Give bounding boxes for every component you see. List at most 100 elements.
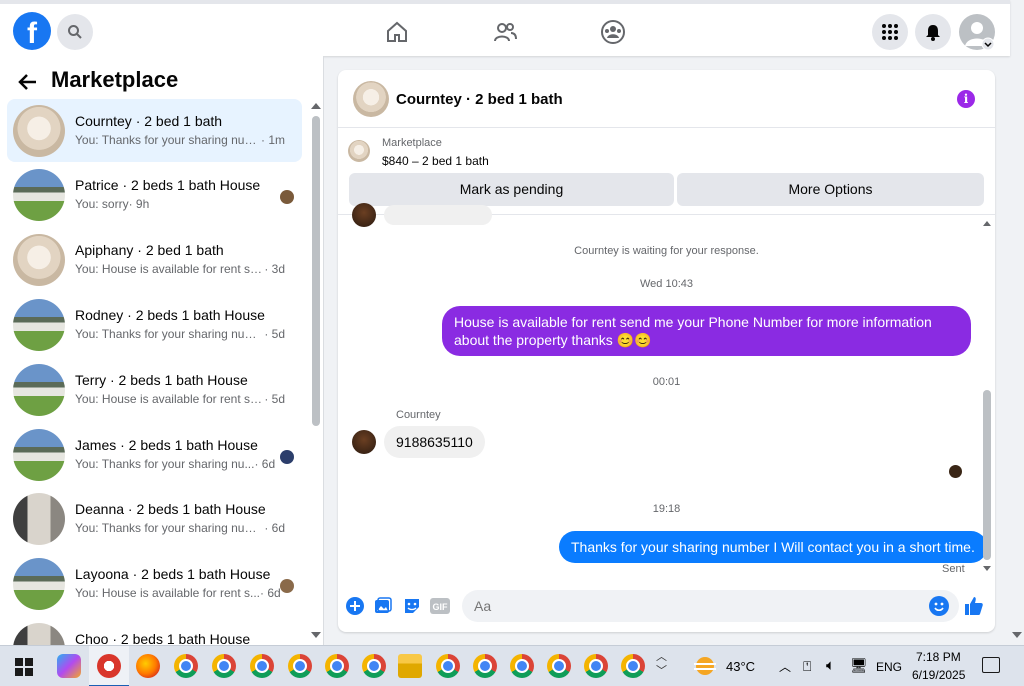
friends-icon — [494, 23, 517, 42]
chrome-icon[interactable] — [473, 654, 497, 678]
conversation-item[interactable]: Apiphany · 2 bed 1 bath You: House is av… — [7, 228, 302, 291]
chrome-icon[interactable] — [362, 654, 386, 678]
conversation-name: Patrice · 2 beds 1 bath House — [75, 177, 261, 193]
home-nav-button[interactable] — [383, 18, 411, 46]
outgoing-message[interactable]: House is available for rent send me your… — [442, 306, 971, 356]
conversation-preview: You: Thanks for your sharing numb... · 5… — [75, 327, 285, 341]
conversation-preview: You: House is available for rent sen... … — [75, 392, 285, 406]
chrome-icon[interactable] — [288, 654, 312, 678]
groups-nav-button[interactable] — [599, 18, 627, 46]
conversation-preview: You: Thanks for your sharing num... · 1m — [75, 133, 285, 147]
listing-thumbnail — [13, 169, 65, 221]
notifications-button[interactable] — [915, 14, 951, 50]
message-input[interactable] — [462, 590, 959, 622]
clock-time[interactable]: 7:18 PM — [916, 650, 961, 664]
notification-center-icon[interactable] — [982, 657, 1000, 673]
thumbs-up-icon — [965, 597, 983, 615]
outgoing-message[interactable]: Thanks for your sharing number I Will co… — [559, 531, 987, 563]
conversation-name: Choo · 2 beds 1 bath House — [75, 631, 251, 645]
seen-avatar — [280, 190, 294, 204]
firefox-icon[interactable] — [136, 654, 160, 678]
search-button[interactable] — [57, 14, 93, 50]
conversation-item[interactable]: James · 2 beds 1 bath House You: Thanks … — [7, 423, 302, 486]
snipping-tool-icon[interactable] — [97, 654, 121, 678]
chrome-icon[interactable] — [174, 654, 198, 678]
chrome-icon[interactable] — [212, 654, 236, 678]
back-arrow-icon[interactable] — [16, 70, 40, 94]
sticker-icon — [405, 599, 419, 613]
menu-button[interactable] — [872, 14, 908, 50]
sticker-button[interactable] — [402, 596, 422, 616]
chat-avatar[interactable] — [353, 81, 389, 117]
chrome-icon[interactable] — [510, 654, 534, 678]
more-options-button[interactable]: More Options — [677, 173, 984, 206]
listing-price[interactable]: $840 – 2 bed 1 bath — [382, 154, 489, 168]
listing-card: Marketplace $840 – 2 bed 1 bath Mark as … — [338, 128, 995, 215]
top-navbar: f — [0, 0, 1010, 56]
conversation-item[interactable]: Deanna · 2 beds 1 bath House You: Thanks… — [7, 487, 302, 550]
friends-nav-button[interactable] — [491, 18, 519, 46]
conversation-item[interactable]: Terry · 2 beds 1 bath House You: House i… — [7, 358, 302, 421]
language-indicator[interactable]: ENG — [876, 660, 902, 674]
photo-icon — [375, 597, 392, 613]
scroll-up-arrow-icon[interactable] — [983, 221, 991, 226]
conversation-preview: You: House is available for rent s... · … — [75, 586, 281, 600]
tray-chevron-icon[interactable]: ︿ — [779, 658, 791, 675]
conversation-preview: You: sorry · 9h — [75, 197, 150, 211]
mark-as-pending-button[interactable]: Mark as pending — [349, 173, 674, 206]
chat-scrollbar[interactable] — [983, 390, 991, 560]
weather-temperature[interactable]: 43°C — [726, 659, 755, 674]
photo-button[interactable] — [373, 596, 393, 616]
file-explorer-icon[interactable] — [398, 654, 422, 678]
scroll-up-arrow-icon[interactable] — [311, 103, 321, 109]
chrome-icon[interactable] — [621, 654, 645, 678]
facebook-logo-icon[interactable]: f — [13, 12, 51, 50]
search-icon — [68, 25, 82, 39]
taskbar-overflow-chevrons-icon[interactable]: ︿ ﹀ — [656, 650, 667, 678]
sender-name: Courntey — [396, 409, 441, 421]
like-button[interactable] — [964, 596, 984, 616]
chat-panel: Courntey · 2 bed 1 bath i Marketplace $8… — [338, 70, 995, 632]
conversation-item[interactable]: Rodney · 2 beds 1 bath House You: Thanks… — [7, 293, 302, 356]
chrome-icon[interactable] — [584, 654, 608, 678]
windows-start-icon[interactable] — [15, 658, 33, 676]
volume-icon[interactable]: 🔈︎ — [826, 657, 835, 674]
conversation-item[interactable]: Choo · 2 beds 1 bath House — [7, 617, 302, 645]
network-icon[interactable]: 🖥︎ — [850, 657, 868, 674]
incoming-message[interactable]: 9188635110 — [384, 426, 485, 458]
gif-button[interactable]: GIF — [430, 596, 450, 616]
chat-header: Courntey · 2 bed 1 bath i — [338, 70, 995, 128]
svg-text:GIF: GIF — [433, 602, 449, 612]
scroll-down-arrow-icon[interactable] — [983, 566, 991, 571]
sidebar-scrollbar[interactable] — [312, 116, 320, 426]
home-icon — [387, 21, 407, 42]
conversation-name: Apiphany · 2 bed 1 bath — [75, 242, 224, 258]
sent-status: Sent — [942, 563, 965, 575]
info-icon[interactable]: i — [957, 90, 975, 108]
scroll-down-arrow-icon[interactable] — [311, 632, 321, 638]
conversation-item[interactable]: Layoona · 2 beds 1 bath House You: House… — [7, 552, 302, 615]
seen-avatar — [280, 450, 294, 464]
marketplace-sidebar: Marketplace Courntey · 2 bed 1 bath You:… — [0, 56, 324, 645]
copilot-icon[interactable] — [57, 654, 81, 678]
chrome-icon[interactable] — [547, 654, 571, 678]
listing-thumbnail — [348, 140, 370, 162]
sender-avatar[interactable] — [352, 430, 376, 454]
chrome-icon[interactable] — [436, 654, 460, 678]
page-scroll-down-arrow-icon[interactable] — [1012, 632, 1022, 638]
meet-icon[interactable]: ⍞ — [803, 658, 811, 675]
profile-avatar-button[interactable] — [959, 14, 995, 50]
listing-thumbnail — [13, 493, 65, 545]
seen-avatar — [949, 465, 962, 478]
chrome-icon[interactable] — [325, 654, 349, 678]
chrome-icon[interactable] — [250, 654, 274, 678]
listing-thumbnail — [13, 105, 65, 157]
add-button[interactable] — [345, 596, 365, 616]
clock-date[interactable]: 6/19/2025 — [912, 668, 965, 682]
weather-icon[interactable] — [694, 656, 716, 676]
conversation-item[interactable]: Patrice · 2 beds 1 bath House You: sorry… — [7, 163, 302, 226]
chat-title[interactable]: Courntey · 2 bed 1 bath — [396, 91, 563, 108]
emoji-button[interactable] — [929, 596, 949, 616]
sidebar-title: Marketplace — [51, 67, 179, 92]
conversation-item[interactable]: Courntey · 2 bed 1 bath You: Thanks for … — [7, 99, 302, 162]
